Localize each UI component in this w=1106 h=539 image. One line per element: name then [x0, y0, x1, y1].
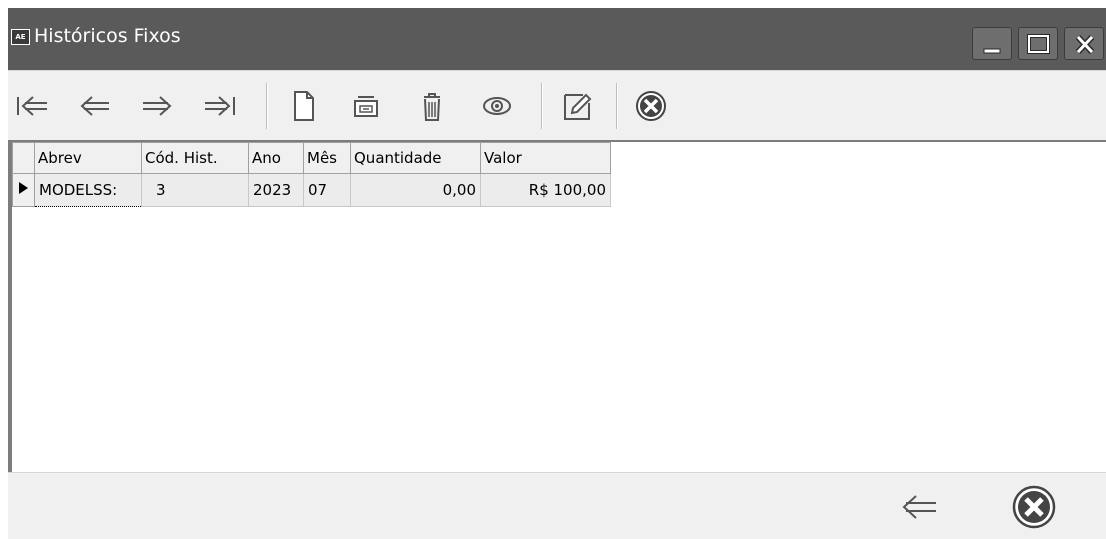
column-header-mes[interactable]: Mês [303, 142, 351, 174]
indicator-header [12, 142, 35, 174]
last-record-button[interactable] [194, 81, 244, 131]
maximize-button[interactable] [1018, 27, 1058, 60]
next-record-icon [143, 96, 172, 116]
close-form-button[interactable] [1007, 483, 1061, 531]
toolbar-separator [541, 83, 543, 129]
close-icon [1075, 34, 1095, 55]
cell-ano[interactable]: 2023 [248, 173, 304, 207]
toolbar-separator [266, 83, 268, 129]
view-icon [483, 97, 511, 115]
column-header-valor[interactable]: Valor [480, 142, 611, 174]
view-button[interactable] [472, 81, 522, 131]
back-icon [902, 495, 936, 519]
cancel-icon [636, 91, 666, 121]
footer-bar [8, 472, 1106, 539]
cell-valor[interactable]: R$ 100,00 [480, 173, 611, 207]
close-button[interactable] [1064, 27, 1104, 60]
toolbar-separator [616, 83, 618, 129]
column-header-quantidade[interactable]: Quantidade [350, 142, 481, 174]
maximize-icon [1027, 34, 1050, 54]
back-button[interactable] [892, 483, 946, 531]
delete-icon [424, 93, 440, 121]
window-title: Históricos Fixos [34, 25, 181, 47]
close-circle-icon [1012, 485, 1056, 529]
copy-record-icon [354, 96, 378, 117]
window: AE Históricos Fixos Abrev Cód. Hist. Ano… [8, 8, 1106, 539]
column-header-ano[interactable]: Ano [248, 142, 304, 174]
table-header-row: Abrev Cód. Hist. Ano Mês Quantidade Valo… [12, 142, 611, 174]
first-record-icon [17, 96, 47, 116]
edit-icon [564, 93, 592, 120]
minimize-icon [983, 48, 1001, 54]
current-row-arrow-icon [19, 182, 28, 194]
previous-record-button[interactable] [70, 81, 120, 131]
first-record-button[interactable] [8, 81, 58, 131]
column-header-cod-hist[interactable]: Cód. Hist. [141, 142, 249, 174]
column-header-abrev[interactable]: Abrev [34, 142, 142, 174]
next-record-button[interactable] [132, 81, 182, 131]
cancel-button[interactable] [626, 81, 676, 131]
table-row[interactable]: MODELSS: 3 2023 07 0,00 R$ 100,00 [12, 173, 611, 207]
title-bar[interactable]: AE Históricos Fixos [8, 8, 1106, 70]
copy-record-button[interactable] [341, 81, 391, 131]
edit-button[interactable] [552, 81, 602, 131]
new-record-icon [294, 91, 314, 121]
toolbar [8, 70, 1106, 141]
cell-mes[interactable]: 07 [303, 173, 351, 207]
delete-button[interactable] [407, 81, 457, 131]
cell-cod-hist[interactable]: 3 [141, 173, 249, 207]
last-record-icon [205, 96, 235, 116]
cell-abrev[interactable]: MODELSS: [34, 173, 142, 207]
minimize-button[interactable] [972, 27, 1012, 60]
app-icon: AE [11, 29, 30, 45]
data-grid[interactable]: Abrev Cód. Hist. Ano Mês Quantidade Valo… [8, 140, 1106, 472]
new-record-button[interactable] [278, 81, 328, 131]
row-indicator [12, 173, 35, 207]
records-table: Abrev Cód. Hist. Ano Mês Quantidade Valo… [12, 142, 611, 207]
cell-quantidade[interactable]: 0,00 [350, 173, 481, 207]
previous-record-icon [80, 96, 109, 116]
